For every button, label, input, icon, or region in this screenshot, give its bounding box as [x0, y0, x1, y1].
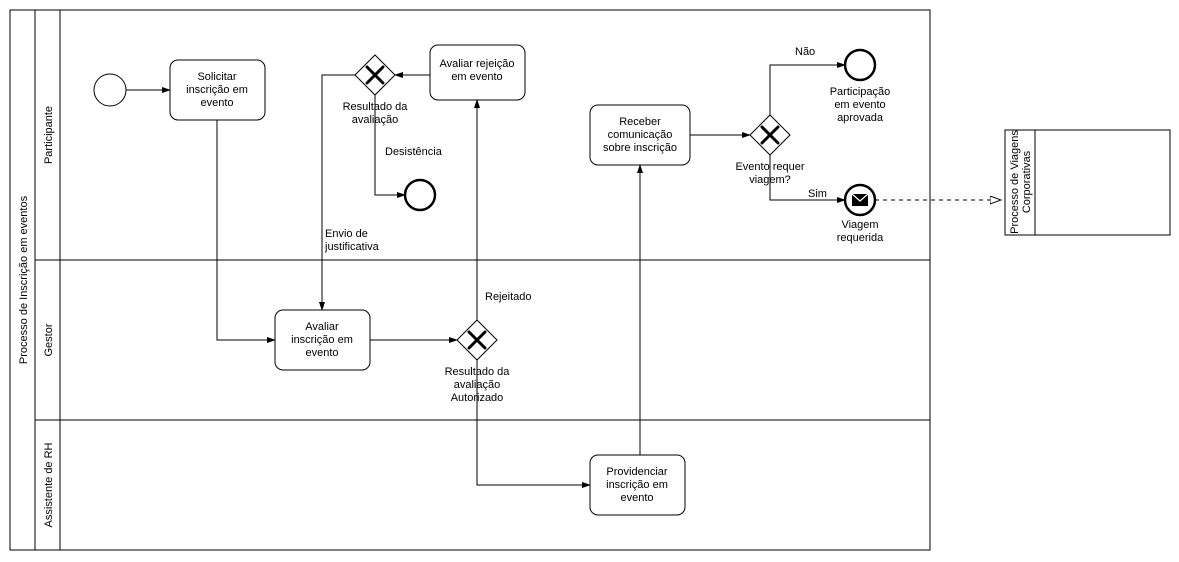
svg-text:comunicação: comunicação — [608, 129, 673, 141]
pool2-title-l2: Corporativas — [1021, 150, 1033, 213]
svg-text:Receber: Receber — [619, 116, 661, 128]
start-event — [94, 74, 126, 106]
seq-flow — [217, 120, 275, 340]
end1-l2: em evento — [834, 99, 885, 111]
flow-sim-label: Sim — [808, 188, 827, 200]
end2-l2: requerida — [837, 232, 884, 244]
pool2-title-l1: Processo de Viagens — [1009, 130, 1021, 234]
message-icon — [852, 194, 868, 206]
task-avaliar-inscricao: Avaliar inscrição em evento — [275, 310, 370, 370]
svg-text:inscrição em: inscrição em — [186, 84, 248, 96]
svg-text:evento: evento — [305, 347, 338, 359]
svg-text:evento: evento — [200, 97, 233, 109]
bpmn-diagram: Processo de Inscrição em eventos Partici… — [0, 0, 1179, 562]
flow-desistencia-label: Desistência — [385, 146, 443, 158]
svg-text:inscrição em: inscrição em — [291, 334, 353, 346]
lane-title-3: Assistente de RH — [43, 442, 55, 527]
lane-title-2: Gestor — [43, 323, 55, 356]
end2-l1: Viagem — [841, 219, 878, 231]
flow-nao-label: Não — [795, 46, 815, 58]
flow-envio-l1: Envio de — [325, 228, 368, 240]
svg-text:sobre inscrição: sobre inscrição — [603, 142, 677, 154]
end-aprovada: Participação em evento aprovada — [830, 50, 891, 124]
pool-external: Processo de Viagens Corporativas — [1005, 130, 1170, 235]
task-receber-comunicacao: Receber comunicação sobre inscrição — [590, 105, 690, 165]
svg-text:Avaliar rejeição: Avaliar rejeição — [439, 58, 514, 70]
end-desistencia — [405, 180, 435, 210]
pool-title: Processo de Inscrição em eventos — [18, 195, 30, 364]
svg-text:inscrição em: inscrição em — [606, 479, 668, 491]
end1-l3: aprovada — [837, 112, 884, 124]
flow-rejeitado-label: Rejeitado — [485, 291, 531, 303]
svg-text:Providenciar: Providenciar — [606, 466, 667, 478]
end1-l1: Participação — [830, 86, 891, 98]
task-providenciar: Providenciar inscrição em evento — [590, 455, 685, 515]
task-solicitar: Solicitar inscrição em evento — [170, 60, 265, 120]
svg-text:Solicitar: Solicitar — [197, 71, 236, 83]
svg-text:em evento: em evento — [451, 71, 502, 83]
flow-envio-l2: justificativa — [324, 241, 380, 253]
end-viagem-requerida: Viagem requerida — [837, 185, 884, 244]
svg-text:evento: evento — [620, 492, 653, 504]
lane-title-1: Participante — [43, 106, 55, 164]
task-avaliar-rejeicao: Avaliar rejeição em evento — [430, 45, 525, 100]
svg-text:Avaliar: Avaliar — [305, 321, 339, 333]
